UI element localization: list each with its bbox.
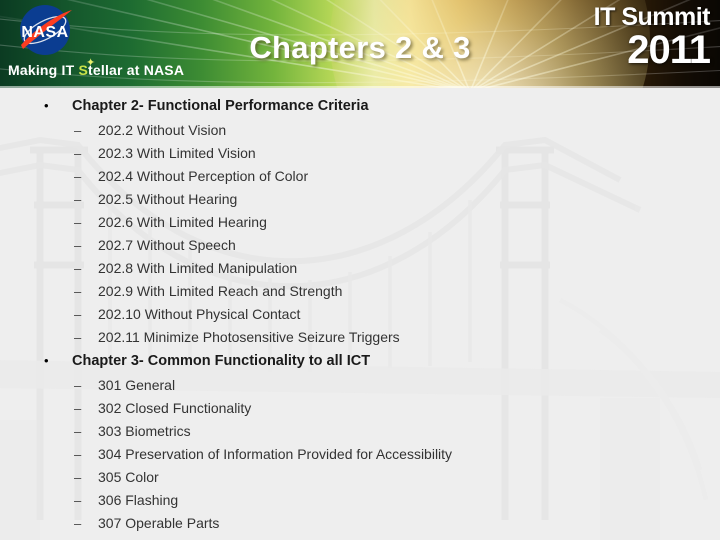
- dash-marker: –: [74, 424, 82, 439]
- dash-marker: –: [74, 378, 82, 393]
- it-summit-lockup: IT Summit 2011: [593, 3, 711, 72]
- list-item: – 301 General: [0, 374, 720, 397]
- list-item-label: 307 Operable Parts: [98, 515, 220, 531]
- it-summit-year: 2011: [627, 28, 711, 72]
- dash-marker: –: [74, 284, 82, 299]
- list-item-label: 202.4 Without Perception of Color: [98, 168, 309, 184]
- slide-canvas: NASA Making IT Stellar at NASA ✦ Chapter…: [0, 0, 720, 540]
- list-item-label: 303 Biometrics: [98, 423, 191, 439]
- dash-marker: –: [74, 447, 82, 462]
- list-item-label: 202.2 Without Vision: [98, 122, 227, 138]
- dash-marker: –: [74, 215, 82, 230]
- dash-marker: –: [74, 123, 82, 138]
- bullet-marker: •: [44, 98, 49, 113]
- dash-marker: –: [74, 516, 82, 531]
- list-item: – 306 Flashing: [0, 489, 720, 512]
- list-item-label: 304 Preservation of Information Provided…: [98, 446, 453, 462]
- section-heading-text: Chapter 3- Common Functionality to all I…: [72, 353, 371, 369]
- list-item: – 202.2 Without Vision: [0, 119, 720, 142]
- list-item-label: 305 Color: [98, 469, 159, 485]
- list-item-label: 202.3 With Limited Vision: [98, 145, 256, 161]
- dash-marker: –: [74, 307, 82, 322]
- dash-marker: –: [74, 238, 82, 253]
- section-heading-text: Chapter 2- Functional Performance Criter…: [72, 98, 369, 114]
- it-summit-label: IT Summit: [593, 3, 711, 31]
- list-item: – 202.6 With Limited Hearing: [0, 211, 720, 234]
- list-item-label: 202.5 Without Hearing: [98, 191, 238, 207]
- bullet-marker: •: [44, 353, 49, 368]
- list-item: – 202.9 With Limited Reach and Strength: [0, 280, 720, 303]
- list-item: – 305 Color: [0, 466, 720, 489]
- list-item-label: 202.11 Minimize Photosensitive Seizure T…: [98, 329, 400, 345]
- header-banner: NASA Making IT Stellar at NASA ✦ Chapter…: [0, 0, 720, 88]
- list-item-label: 202.10 Without Physical Contact: [98, 306, 301, 322]
- dash-marker: –: [74, 146, 82, 161]
- list-item-label: 202.8 With Limited Manipulation: [98, 260, 298, 276]
- header-divider: [0, 86, 720, 88]
- dash-marker: –: [74, 192, 82, 207]
- list-item: – 304 Preservation of Information Provid…: [0, 443, 720, 466]
- list-item-label: 202.7 Without Speech: [98, 237, 236, 253]
- dash-marker: –: [74, 401, 82, 416]
- list-item-label: 302 Closed Functionality: [98, 400, 252, 416]
- list-item: – 202.5 Without Hearing: [0, 188, 720, 211]
- list-item: – 303 Biometrics: [0, 420, 720, 443]
- list-item: – 307 Operable Parts: [0, 512, 720, 535]
- list-item-label: 301 General: [98, 377, 176, 393]
- slide-content: • Chapter 2- Functional Performance Crit…: [0, 88, 720, 540]
- list-item: – 202.11 Minimize Photosensitive Seizure…: [0, 326, 720, 349]
- list-item: – 302 Closed Functionality: [0, 397, 720, 420]
- list-item: – 202.4 Without Perception of Color: [0, 165, 720, 188]
- list-item: – 202.10 Without Physical Contact: [0, 303, 720, 326]
- dash-marker: –: [74, 169, 82, 184]
- list-item: – 202.7 Without Speech: [0, 234, 720, 257]
- dash-marker: –: [74, 470, 82, 485]
- section-heading-chapter-3: • Chapter 3- Common Functionality to all…: [0, 349, 720, 372]
- list-item-label: 202.9 With Limited Reach and Strength: [98, 283, 343, 299]
- dash-marker: –: [74, 330, 82, 345]
- list-item: – 202.8 With Limited Manipulation: [0, 257, 720, 280]
- list-item-label: 306 Flashing: [98, 492, 179, 508]
- dash-marker: –: [74, 493, 82, 508]
- dash-marker: –: [74, 261, 82, 276]
- list-item: – 202.3 With Limited Vision: [0, 142, 720, 165]
- section-heading-chapter-2: • Chapter 2- Functional Performance Crit…: [0, 94, 720, 117]
- list-item-label: 202.6 With Limited Hearing: [98, 214, 267, 230]
